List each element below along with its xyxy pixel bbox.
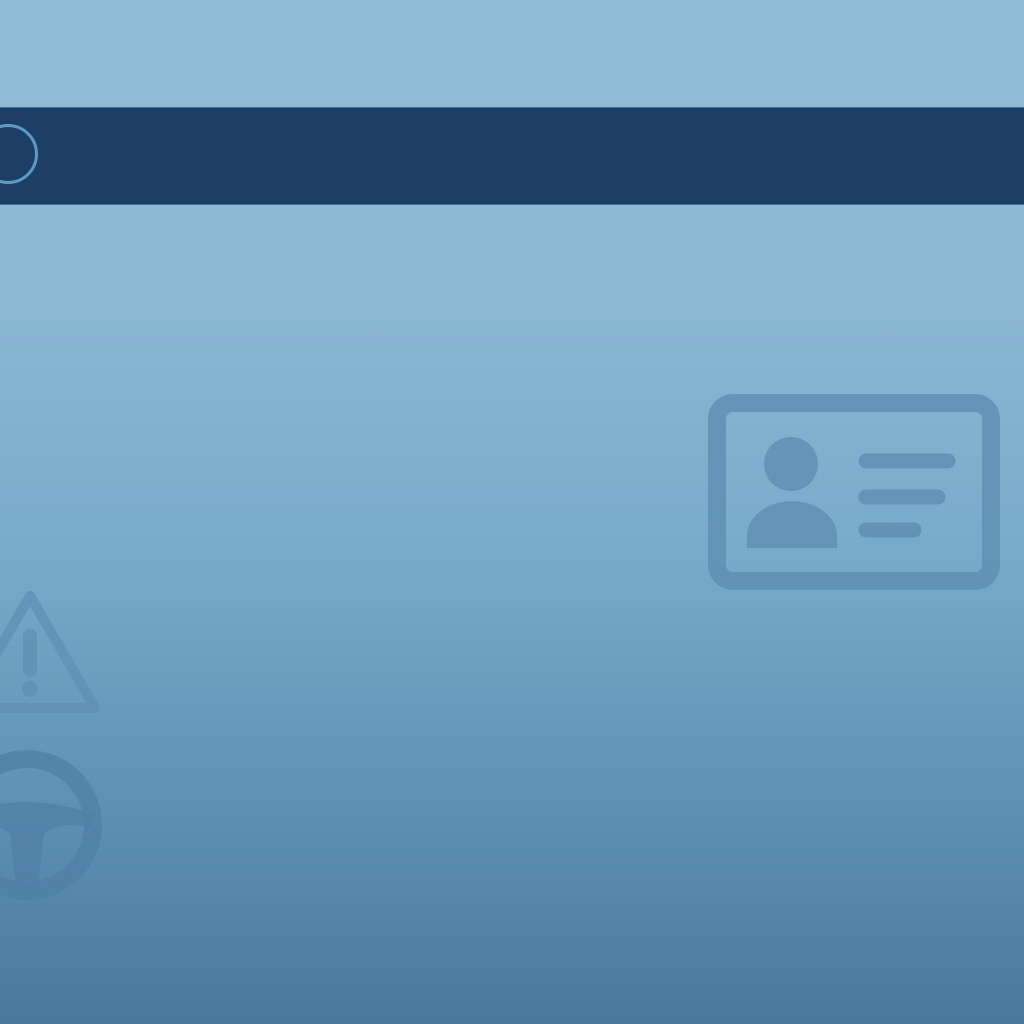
id-card-icon <box>708 394 1000 590</box>
warning-triangle-icon <box>0 591 100 713</box>
steering-wheel-icon <box>0 750 102 900</box>
circle-outline-icon <box>0 124 38 184</box>
header-banner <box>0 107 1024 205</box>
